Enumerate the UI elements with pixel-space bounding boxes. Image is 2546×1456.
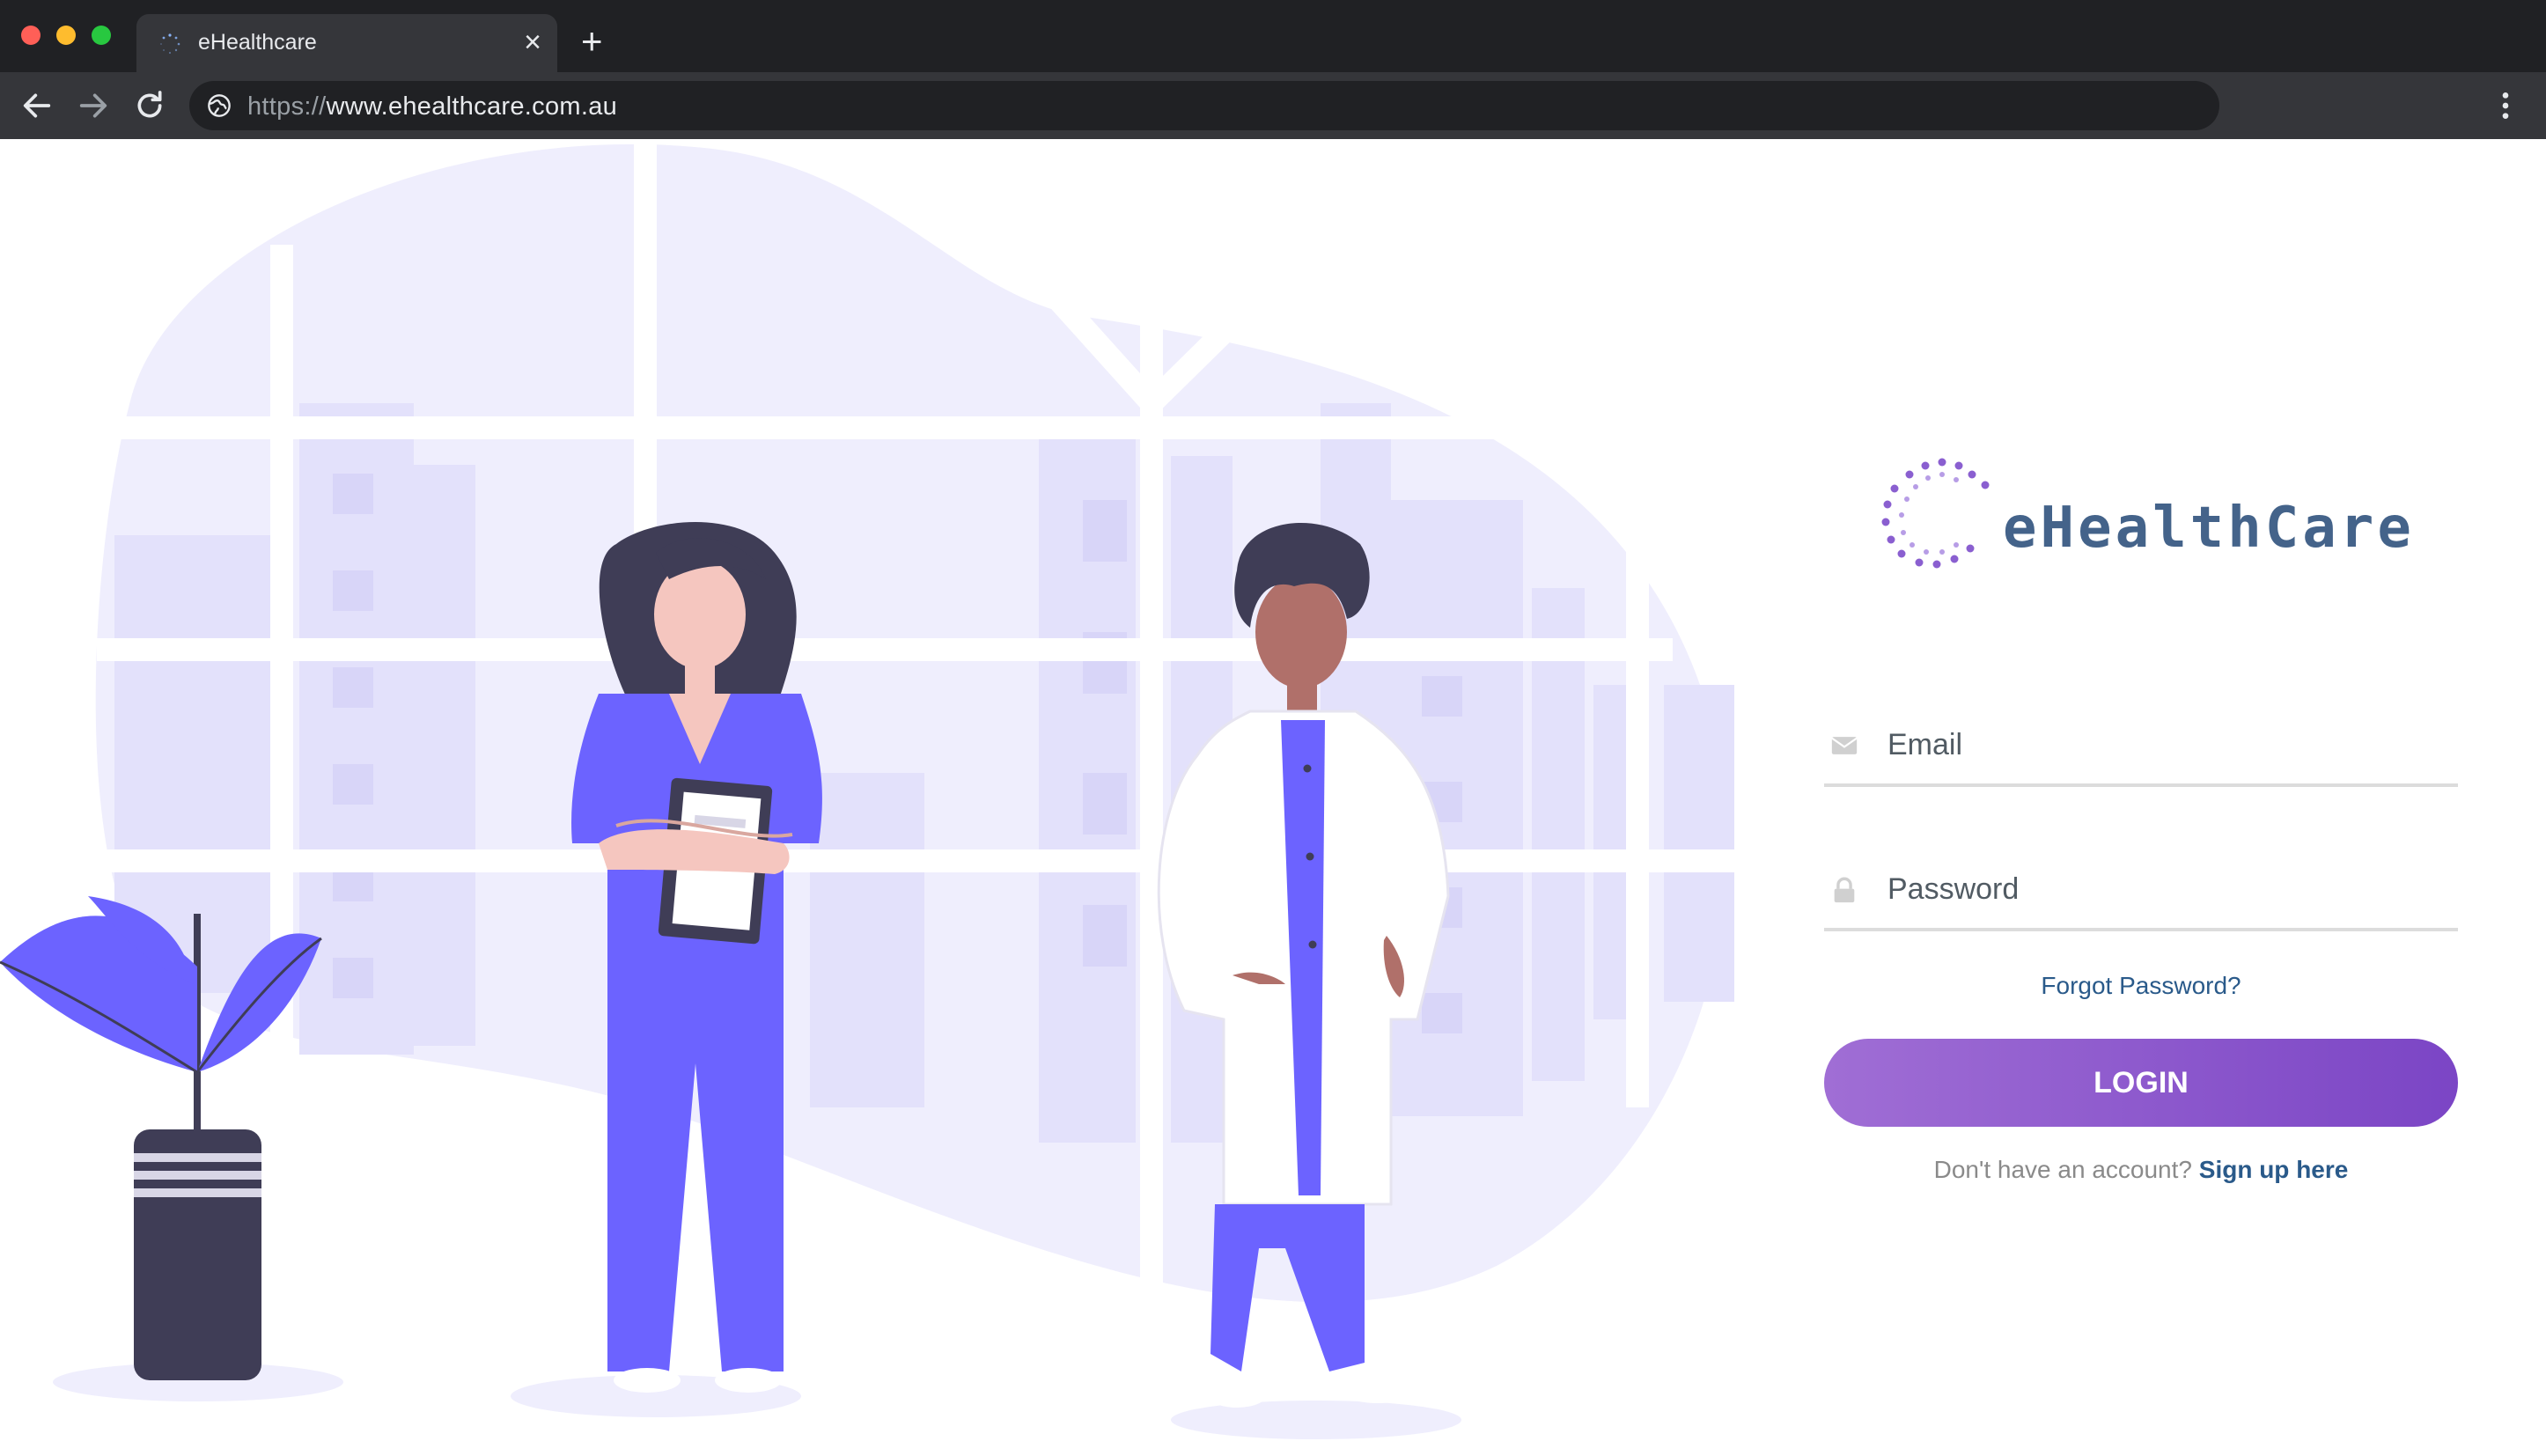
url-text: https://www.ehealthcare.com.au <box>247 92 617 121</box>
maximize-window-button[interactable] <box>92 26 111 45</box>
url-scheme: https:// <box>247 92 327 121</box>
signup-prompt: Don't have an account? Sign up here <box>1824 1156 2458 1184</box>
brand-logo: eHealthCare <box>1866 453 2412 603</box>
brand-name: eHealthCare <box>2003 496 2415 561</box>
new-tab-button[interactable]: + <box>581 23 603 60</box>
tab-close-button[interactable]: × <box>524 25 541 60</box>
password-input[interactable] <box>1886 857 2444 921</box>
reload-icon[interactable] <box>132 88 167 123</box>
minimize-window-button[interactable] <box>56 26 76 45</box>
signup-link[interactable]: Sign up here <box>2199 1156 2349 1183</box>
forgot-password-link[interactable]: Forgot Password? <box>1824 972 2458 1000</box>
close-window-button[interactable] <box>21 26 40 45</box>
forward-arrow-icon[interactable] <box>76 88 111 123</box>
email-input[interactable] <box>1886 713 2444 776</box>
login-button[interactable]: LOGIN <box>1824 1039 2458 1127</box>
browser-tab-strip: eHealthcare × + <box>0 0 2546 72</box>
globe-icon[interactable] <box>207 93 232 118</box>
lock-icon <box>1834 877 1855 903</box>
kebab-menu-icon[interactable] <box>2488 88 2523 123</box>
loading-spinner-icon <box>160 33 180 55</box>
url-host: www.ehealthcare.com.au <box>326 92 618 121</box>
no-account-text: Don't have an account? <box>1933 1156 2192 1183</box>
dotted-circle-logo-icon <box>1881 458 1990 569</box>
doctors-illustration <box>0 139 1743 1439</box>
back-arrow-icon[interactable] <box>19 88 55 123</box>
envelope-icon <box>1831 737 1858 754</box>
tab-title: eHealthcare <box>198 30 317 55</box>
address-bar[interactable]: https://www.ehealthcare.com.au <box>189 81 2219 130</box>
password-field <box>1824 840 2458 931</box>
browser-toolbar: https://www.ehealthcare.com.au <box>0 72 2546 139</box>
email-field <box>1824 695 2458 787</box>
browser-tab[interactable]: eHealthcare × <box>136 14 557 72</box>
potted-plant <box>0 896 343 1401</box>
